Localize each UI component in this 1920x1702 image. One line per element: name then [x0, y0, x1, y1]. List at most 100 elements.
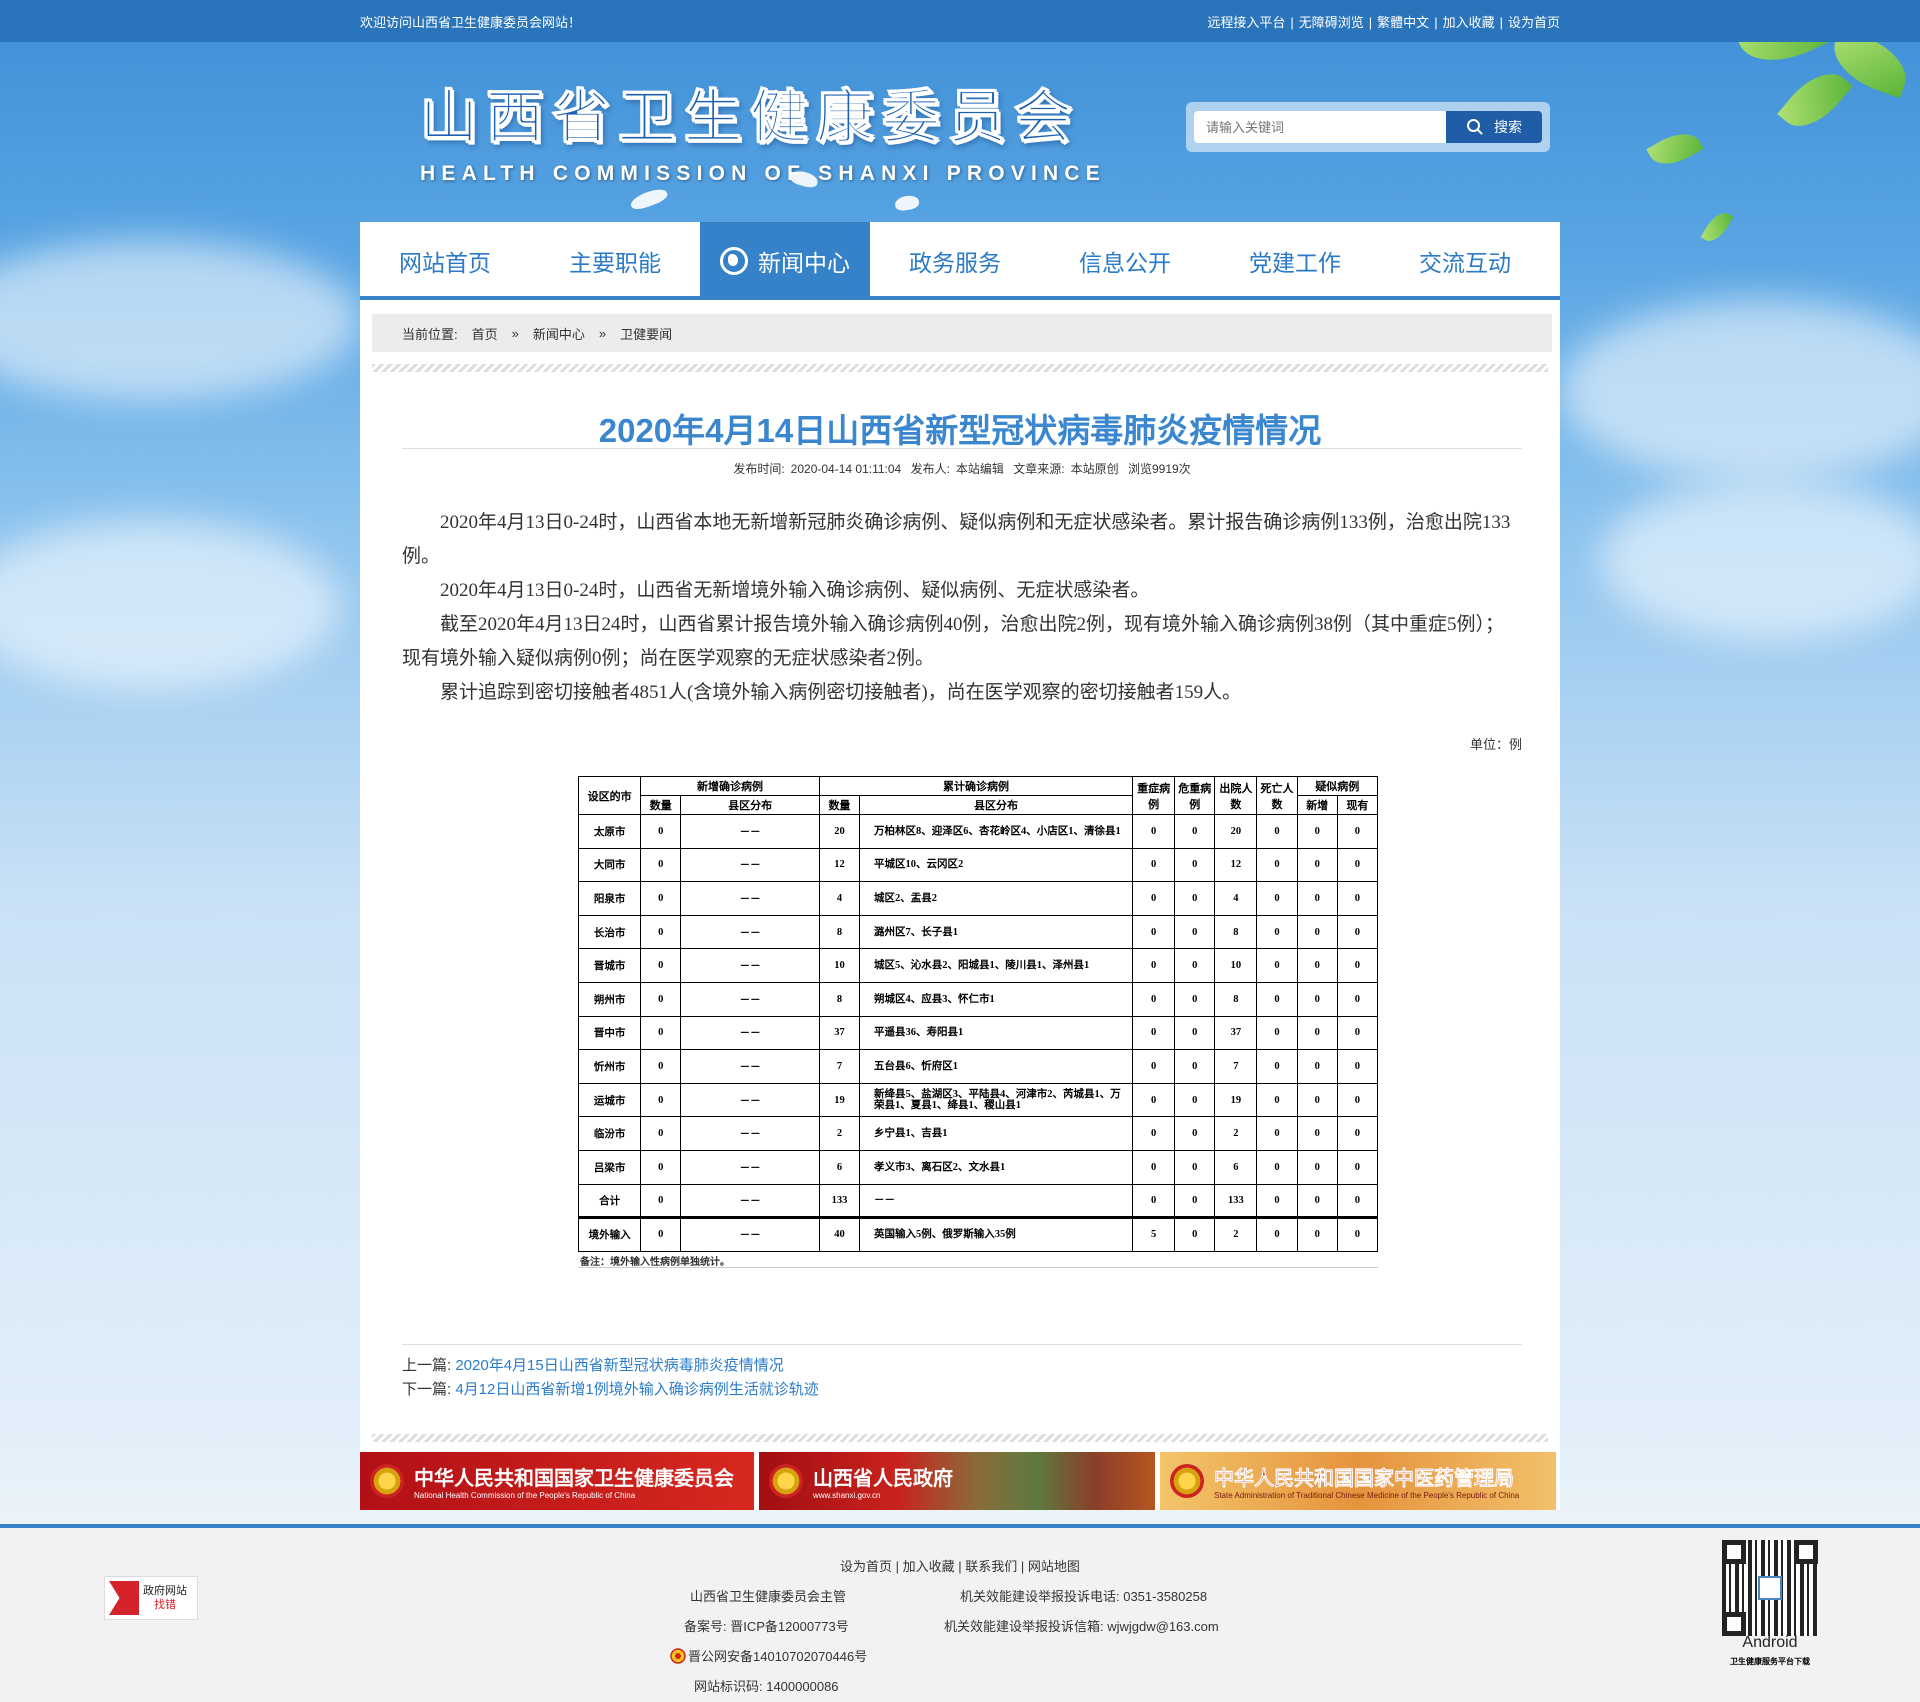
article-title: 2020年4月14日山西省新型冠状病毒肺炎疫情情况: [598, 412, 1322, 449]
banner-title: 中华人民共和国国家卫生健康委员会: [414, 1466, 734, 1490]
footer-add-favorite[interactable]: 加入收藏: [903, 1559, 955, 1574]
table-cell: 城区5、沁水县2、阳城县1、陵川县1、泽州县1: [859, 948, 1134, 983]
table-cell: 0: [640, 1049, 682, 1084]
table-cell: －－: [680, 1015, 820, 1051]
tcm-banner[interactable]: 中华人民共和国国家中医药管理局 State Administration of …: [1160, 1452, 1556, 1510]
footer-sitemap[interactable]: 网站地图: [1028, 1559, 1080, 1574]
national-emblem-icon: [769, 1464, 803, 1498]
table-cell: 大同市: [577, 847, 642, 883]
nav-home[interactable]: 网站首页: [360, 222, 530, 300]
article-meta: 发布时间: 2020-04-14 01:11:04 发布人: 本站编辑 文章来源: 本…: [402, 460, 1522, 477]
nav-interaction[interactable]: 交流互动: [1380, 222, 1550, 300]
app-download-label: 卫生健康服务平台下载: [1730, 1657, 1810, 1666]
search-button[interactable]: 搜索: [1446, 111, 1542, 143]
table-cell: 0: [1336, 1149, 1379, 1185]
table-cell: 0: [1174, 881, 1216, 916]
nav-gov-services[interactable]: 政务服务: [870, 222, 1040, 300]
set-homepage-link[interactable]: 设为首页: [1508, 15, 1560, 30]
table-cell: 0: [1296, 1082, 1338, 1118]
nav-party-building[interactable]: 党建工作: [1210, 222, 1380, 300]
table-cell: 6: [818, 1149, 861, 1185]
leaf-decoration: [1777, 60, 1853, 140]
table-cell: 0: [1256, 1183, 1298, 1219]
table-cell: 10: [818, 948, 861, 983]
table-cell: －－: [680, 914, 820, 950]
shanxi-gov-banner[interactable]: 山西省人民政府 www.shanxi.gov.cn: [759, 1452, 1155, 1510]
footer-site-id: 网站标识码: 1400000086: [694, 1679, 839, 1694]
cloud-decoration: [1600, 480, 1920, 640]
table-cell: 运城市: [577, 1082, 642, 1118]
breadcrumb-label: 当前位置:: [402, 326, 458, 342]
breadcrumb-home[interactable]: 首页: [472, 324, 498, 343]
publish-time: 2020-04-14 01:11:04: [790, 462, 902, 476]
table-cell: 0: [1132, 1015, 1176, 1051]
table-cell: 0: [1296, 1216, 1338, 1252]
gov-badge-top: 政府网站: [143, 1585, 187, 1597]
nav-info-disclosure[interactable]: 信息公开: [1040, 222, 1210, 300]
breadcrumb: 当前位置: 首页 » 新闻中心 » 卫健要闻: [372, 314, 1552, 352]
cloud-decoration: [0, 520, 340, 690]
breadcrumb-health-news[interactable]: 卫健要闻: [620, 324, 672, 343]
cloud-decoration: [1560, 300, 1920, 480]
header-district: 县区分布: [680, 795, 820, 815]
dove-decoration: [628, 185, 670, 213]
table-cell: 0: [640, 1015, 682, 1051]
traditional-chinese-link[interactable]: 繁體中文: [1377, 15, 1429, 30]
table-row: 运城市 0 －－ 19 新绛县5、盐湖区3、平陆县4、河津市2、芮城县1、万荣县1、夏县…: [577, 1082, 1379, 1118]
table-cell: 0: [1174, 1216, 1216, 1252]
table-cell: －－: [680, 814, 820, 849]
table-cell: 0: [1256, 1149, 1298, 1185]
table-cell: 万柏林区8、迎泽区6、杏花岭区4、小店区1、清徐县1: [859, 814, 1134, 849]
table-cell: 12: [818, 847, 861, 883]
prev-article-link[interactable]: 2020年4月15日山西省新型冠状病毒肺炎疫情情况: [455, 1357, 783, 1374]
magnifier-icon: [109, 1581, 139, 1615]
breadcrumb-news-center[interactable]: 新闻中心: [533, 324, 585, 343]
remote-access-link[interactable]: 远程接入平台: [1207, 15, 1285, 30]
table-cell: 0: [1336, 814, 1379, 849]
banner-subtitle: National Health Commission of the People…: [414, 1491, 636, 1500]
table-row: 长治市 0 －－ 8 潞州区7、长子县1 0 0 8 0 0 0: [577, 914, 1379, 950]
table-cell: 133: [1214, 1183, 1258, 1219]
table-cell: 0: [1336, 914, 1379, 950]
footer-complaint-phone: 机关效能建设举报投诉电话: 0351-3580258: [960, 1589, 1208, 1604]
header-city: 设区的市: [577, 776, 642, 815]
table-cell: 吕梁市: [577, 1149, 642, 1185]
partner-banners: 中华人民共和国国家卫生健康委员会 National Health Commiss…: [360, 1452, 1560, 1510]
footer-icp[interactable]: 备案号: 晋ICP备12000773号: [684, 1616, 849, 1635]
table-cell: 境外输入: [577, 1216, 642, 1252]
nav-news-center[interactable]: 新闻中心: [700, 222, 870, 300]
table-cell: 长治市: [577, 914, 642, 950]
nav-functions[interactable]: 主要职能: [530, 222, 700, 300]
table-cell: 0: [640, 1116, 682, 1151]
footer-sponsor: 山西省卫生健康委员会主管: [690, 1589, 847, 1604]
article-paragraph: 2020年4月13日0-24时，山西省无新增境外输入确诊病例、疑似病例、无症状感…: [440, 580, 1150, 601]
table-row: 朔州市 0 －－ 8 朔城区4、应县3、怀仁市1 0 0 8 0 0 0: [577, 981, 1379, 1017]
gov-error-report-badge[interactable]: 政府网站 找错: [104, 1576, 198, 1620]
header-critical: 危重病例: [1174, 776, 1216, 815]
footer-set-homepage[interactable]: 设为首页: [840, 1559, 892, 1574]
search-input[interactable]: [1194, 111, 1446, 143]
main-content: 网站首页 主要职能 新闻中心 政务服务 信息公开 党建工作 交流互动 当前位置:…: [360, 222, 1560, 1510]
add-favorite-link[interactable]: 加入收藏: [1443, 15, 1495, 30]
logo-english-name: HEALTH COMMISSION OF SHANXI PROVINCE: [420, 162, 1106, 185]
nhc-banner[interactable]: 中华人民共和国国家卫生健康委员会 National Health Commiss…: [360, 1452, 754, 1510]
table-cell: 133: [818, 1183, 861, 1219]
next-article-link[interactable]: 4月12日山西省新增1例境外输入确诊病例生活就诊轨迹: [455, 1381, 818, 1398]
table-cell: 0: [640, 914, 682, 950]
accessibility-link[interactable]: 无障碍浏览: [1299, 15, 1364, 30]
table-cell: 五台县6、忻府区1: [859, 1049, 1134, 1084]
footer-police[interactable]: 晋公网安备14010702070446号: [670, 1646, 867, 1665]
title-divider: [402, 448, 1522, 449]
table-cell: 0: [640, 1183, 682, 1219]
footer-complaint-email: 机关效能建设举报投诉信箱: wjwjgdw@163.com: [944, 1619, 1219, 1634]
header-severe: 重症病例: [1132, 776, 1176, 815]
table-cell: 0: [1256, 914, 1298, 950]
table-cell: 临汾市: [577, 1116, 642, 1151]
table-row: 临汾市 0 －－ 2 乡宁县1、吉县1 0 0 2 0 0 0: [577, 1116, 1379, 1151]
footer-contact-us[interactable]: 联系我们: [965, 1559, 1017, 1574]
table-cell: 0: [640, 1082, 682, 1118]
national-emblem-icon: [370, 1464, 404, 1498]
table-cell: 0: [1296, 1049, 1338, 1084]
site-logo[interactable]: 山西省卫生健康委员会 HEALTH COMMISSION OF SHANXI P…: [420, 70, 1106, 186]
table-cell: －－: [680, 1183, 820, 1219]
